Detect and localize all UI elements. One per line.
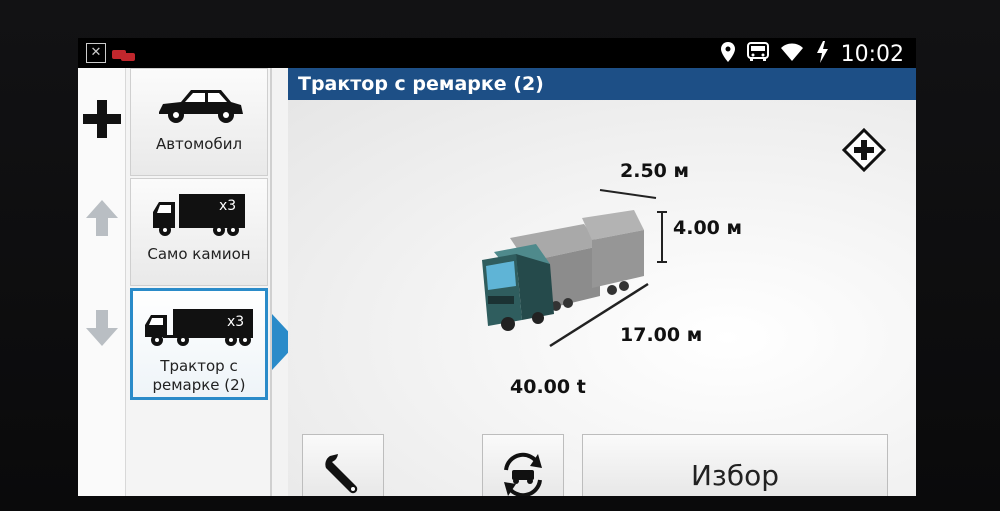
- arrow-up-icon: [86, 200, 118, 236]
- device-frame: ✕ 10:02 Автомобил x3 Само камион x3 Трак…: [0, 0, 1000, 511]
- axle-badge: x3: [219, 198, 236, 214]
- plus-diamond-icon: [841, 127, 887, 173]
- profile-item-tractor-trailer[interactable]: x3 Трактор с ремарке (2): [130, 288, 268, 400]
- battery-charging-icon: [815, 41, 829, 67]
- scroll-down-button[interactable]: [78, 308, 126, 348]
- weight-value: 40.00 t: [510, 376, 586, 398]
- status-bar: ✕ 10:02: [78, 38, 916, 68]
- truck-illustration: [482, 189, 667, 348]
- width-value: 2.50 м: [620, 160, 690, 182]
- wifi-icon: [780, 43, 803, 65]
- arrow-down-icon: [86, 310, 118, 346]
- select-button-label: Избор: [690, 458, 779, 492]
- wrench-icon: [325, 454, 358, 494]
- vehicle-icon: [746, 42, 769, 66]
- edit-dimensions-button[interactable]: [841, 127, 887, 173]
- screen: ✕ 10:02 Автомобил x3 Само камион x3 Трак…: [78, 38, 916, 496]
- add-profile-button[interactable]: [78, 98, 126, 140]
- height-value: 4.00 м: [673, 217, 743, 239]
- location-icon: [720, 42, 735, 66]
- profile-label: Само камион: [147, 245, 251, 263]
- vehicle-profile-list: Автомобил x3 Само камион x3 Трактор с ре…: [126, 68, 272, 496]
- truck-icon: x3: [153, 194, 245, 236]
- vehicle-switch-icon: [504, 452, 542, 496]
- close-x-icon[interactable]: ✕: [86, 43, 106, 63]
- length-value: 17.00 м: [620, 324, 703, 346]
- switch-vehicle-button[interactable]: [482, 434, 564, 496]
- scroll-up-button[interactable]: [78, 198, 126, 238]
- settings-button[interactable]: [302, 434, 384, 496]
- page-title: Трактор с ремарке (2): [288, 68, 916, 100]
- select-button[interactable]: Избор: [582, 434, 888, 496]
- left-rail: [78, 68, 126, 496]
- profile-label: Трактор с ремарке (2): [152, 357, 246, 394]
- tractor-trailer-icon: x3: [145, 309, 253, 346]
- plus-icon: [83, 100, 121, 138]
- profile-item-car[interactable]: Автомобил: [130, 68, 268, 176]
- notification-icon: [112, 47, 135, 61]
- vehicle-detail-panel: 2.50 м 4.00 м 17.00 м 40.00 t Избор: [288, 100, 916, 496]
- clock: 10:02: [840, 41, 904, 67]
- profile-label: Автомобил: [155, 135, 243, 153]
- car-icon: [159, 90, 243, 123]
- profile-item-truck[interactable]: x3 Само камион: [130, 178, 268, 286]
- axle-badge: x3: [227, 314, 244, 330]
